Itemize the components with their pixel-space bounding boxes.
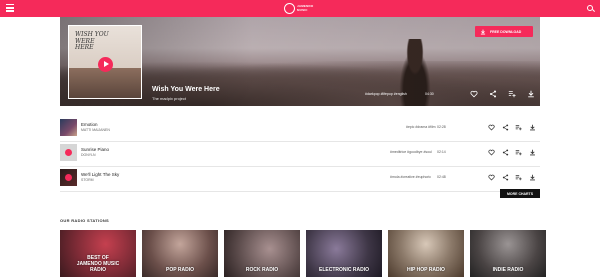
station-label: INDIE RADIO bbox=[492, 267, 524, 273]
download-icon[interactable] bbox=[528, 148, 537, 157]
track-artist[interactable]: STORM bbox=[81, 178, 94, 182]
add-to-playlist-icon[interactable] bbox=[507, 89, 516, 98]
album-cover[interactable]: WISH YOU WERE HERE bbox=[68, 25, 142, 99]
top-bar: JAMENDO MUSIC bbox=[0, 0, 600, 17]
radio-station-card[interactable]: POP RADIO bbox=[142, 230, 218, 277]
track-thumbnail[interactable] bbox=[60, 119, 77, 136]
heart-icon[interactable] bbox=[487, 148, 496, 157]
share-icon[interactable] bbox=[501, 123, 510, 132]
add-to-playlist-icon[interactable] bbox=[514, 148, 523, 157]
featured-track-title[interactable]: Wish You Were Here bbox=[152, 86, 220, 93]
share-icon[interactable] bbox=[501, 148, 510, 157]
track-row[interactable]: Emotion MATTI MAIJANEN #epic #drama #fil… bbox=[60, 117, 540, 142]
radio-station-card[interactable]: INDIE RADIO bbox=[470, 230, 546, 277]
featured-track-actions bbox=[469, 89, 535, 98]
radio-station-card[interactable]: HIP HOP RADIO bbox=[388, 230, 464, 277]
radio-station-list: BEST OF JAMENDO MUSIC RADIO POP RADIO RO… bbox=[60, 230, 546, 277]
track-thumbnail[interactable] bbox=[60, 169, 77, 186]
search-icon[interactable] bbox=[587, 5, 593, 11]
track-tags[interactable]: #mola #creative #euphoric bbox=[390, 175, 431, 179]
featured-track-duration: 04:30 bbox=[425, 92, 434, 96]
track-thumbnail[interactable] bbox=[60, 144, 77, 161]
download-icon[interactable] bbox=[528, 173, 537, 182]
play-icon[interactable] bbox=[65, 149, 72, 156]
heart-icon[interactable] bbox=[469, 89, 478, 98]
play-icon[interactable] bbox=[65, 174, 72, 181]
track-actions bbox=[487, 123, 537, 132]
share-icon[interactable] bbox=[501, 173, 510, 182]
track-title[interactable]: Emotion bbox=[81, 122, 98, 127]
track-title[interactable]: We'll Light The Sky bbox=[81, 172, 119, 177]
radio-station-card[interactable]: BEST OF JAMENDO MUSIC RADIO bbox=[60, 230, 136, 277]
station-label: BEST OF JAMENDO MUSIC RADIO bbox=[76, 255, 120, 273]
menu-icon[interactable] bbox=[6, 4, 14, 12]
download-icon[interactable] bbox=[526, 89, 535, 98]
heart-icon[interactable] bbox=[487, 123, 496, 132]
track-duration: 02:48 bbox=[437, 175, 446, 179]
free-download-button[interactable]: FREE DOWNLOAD bbox=[475, 26, 533, 37]
radio-station-card[interactable]: ROCK RADIO bbox=[224, 230, 300, 277]
track-row[interactable]: We'll Light The Sky STORM #mola #creativ… bbox=[60, 167, 540, 192]
station-label: ROCK RADIO bbox=[245, 267, 279, 273]
track-title[interactable]: Sunrise Piano bbox=[81, 147, 109, 152]
logo-text: JAMENDO MUSIC bbox=[297, 4, 314, 12]
add-to-playlist-icon[interactable] bbox=[514, 123, 523, 132]
station-label: POP RADIO bbox=[166, 267, 194, 273]
featured-track-artist[interactable]: The madpix project bbox=[152, 96, 186, 101]
station-label: HIP HOP RADIO bbox=[407, 267, 445, 273]
track-list: Emotion MATTI MAIJANEN #epic #drama #fil… bbox=[60, 117, 540, 192]
play-icon[interactable] bbox=[98, 57, 113, 72]
cover-title: WISH YOU WERE HERE bbox=[75, 31, 109, 51]
track-duration: 02:28 bbox=[437, 125, 446, 129]
track-artist[interactable]: DONYLN bbox=[81, 153, 96, 157]
track-row[interactable]: Sunrise Piano DONYLN #meditrice #goodbye… bbox=[60, 142, 540, 167]
download-icon bbox=[480, 29, 486, 35]
featured-track-banner: WISH YOU WERE HERE Wish You Were Here Th… bbox=[60, 17, 540, 106]
track-duration: 02:14 bbox=[437, 150, 446, 154]
featured-track-tags[interactable]: #darkpop #lifepop #english bbox=[365, 92, 407, 96]
track-tags[interactable]: #epic #drama #film bbox=[406, 125, 436, 129]
download-icon[interactable] bbox=[528, 123, 537, 132]
heart-icon[interactable] bbox=[487, 173, 496, 182]
track-tags[interactable]: #meditrice #goodbye #soul bbox=[390, 150, 432, 154]
more-charts-button[interactable]: MORE CHARTS bbox=[500, 189, 540, 198]
track-actions bbox=[487, 173, 537, 182]
track-actions bbox=[487, 148, 537, 157]
free-download-label: FREE DOWNLOAD bbox=[490, 29, 522, 34]
share-icon[interactable] bbox=[488, 89, 497, 98]
station-label: ELECTRONIC RADIO bbox=[319, 267, 369, 273]
add-to-playlist-icon[interactable] bbox=[514, 173, 523, 182]
track-artist[interactable]: MATTI MAIJANEN bbox=[81, 128, 110, 132]
radio-section-heading: OUR RADIO STATIONS bbox=[60, 218, 110, 223]
logo[interactable]: JAMENDO MUSIC bbox=[284, 2, 313, 15]
radio-station-card[interactable]: ELECTRONIC RADIO bbox=[306, 230, 382, 277]
logo-icon bbox=[284, 3, 295, 14]
